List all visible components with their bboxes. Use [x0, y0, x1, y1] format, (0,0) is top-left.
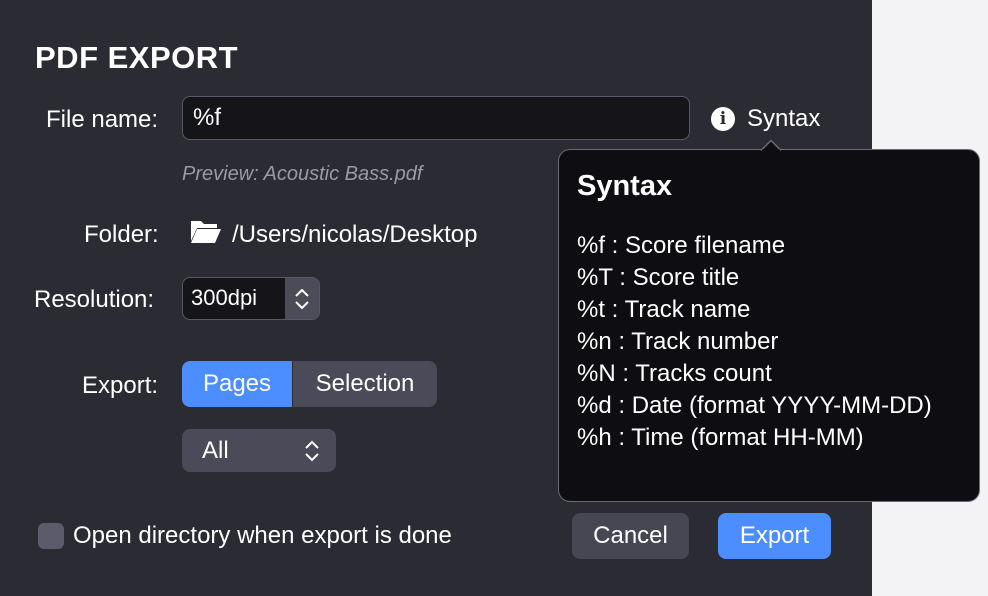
syntax-list: %f : Score filename %T : Score title %t …: [577, 230, 932, 454]
cancel-button[interactable]: Cancel: [572, 513, 689, 559]
syntax-item: %T : Score title: [577, 264, 740, 291]
popover-arrow: [760, 139, 782, 153]
syntax-item: %t : Track name: [577, 296, 751, 323]
file-name-preview: Preview: Acoustic Bass.pdf: [182, 163, 423, 185]
export-label: Export:: [82, 372, 159, 399]
syntax-item: %h : Time (format HH-MM): [577, 424, 864, 451]
syntax-item: %d : Date (format YYYY-MM-DD): [577, 392, 932, 419]
open-directory-checkbox[interactable]: [38, 523, 64, 549]
up-down-chevron-icon: [305, 440, 319, 461]
info-icon[interactable]: i: [711, 107, 735, 131]
syntax-item: %N : Tracks count: [577, 360, 772, 387]
export-button[interactable]: Export: [718, 513, 831, 559]
resolution-label: Resolution:: [34, 286, 155, 313]
folder-path: /Users/nicolas/Desktop: [232, 220, 478, 248]
file-name-label: File name:: [46, 106, 159, 133]
syntax-link[interactable]: i Syntax: [711, 105, 820, 133]
folder-label: Folder:: [84, 221, 159, 248]
syntax-item: %n : Track number: [577, 328, 779, 355]
syntax-popover: Syntax %f : Score filename %T : Score ti…: [558, 149, 980, 502]
folder-picker[interactable]: /Users/nicolas/Desktop: [190, 218, 477, 251]
resolution-value[interactable]: 300dpi: [183, 278, 285, 319]
syntax-link-label[interactable]: Syntax: [747, 105, 820, 133]
open-directory-option[interactable]: Open directory when export is done: [38, 522, 452, 550]
stepper-up-icon[interactable]: [295, 288, 309, 297]
file-name-input[interactable]: %f: [182, 96, 690, 140]
stepper-arrows-icon[interactable]: [285, 278, 319, 319]
export-segmented-control[interactable]: Pages Selection: [182, 361, 437, 407]
segment-selection[interactable]: Selection: [292, 361, 437, 407]
pages-range-value[interactable]: All: [202, 437, 229, 465]
open-directory-label[interactable]: Open directory when export is done: [73, 522, 452, 550]
dialog-title: PDF EXPORT: [35, 40, 239, 75]
syntax-item: %f : Score filename: [577, 232, 786, 259]
segment-pages[interactable]: Pages: [182, 361, 292, 407]
popover-title: Syntax: [577, 170, 673, 202]
stepper-down-icon[interactable]: [295, 300, 309, 309]
pages-range-select[interactable]: All: [182, 429, 336, 472]
open-folder-icon[interactable]: [190, 218, 222, 251]
resolution-stepper[interactable]: 300dpi: [182, 277, 320, 320]
